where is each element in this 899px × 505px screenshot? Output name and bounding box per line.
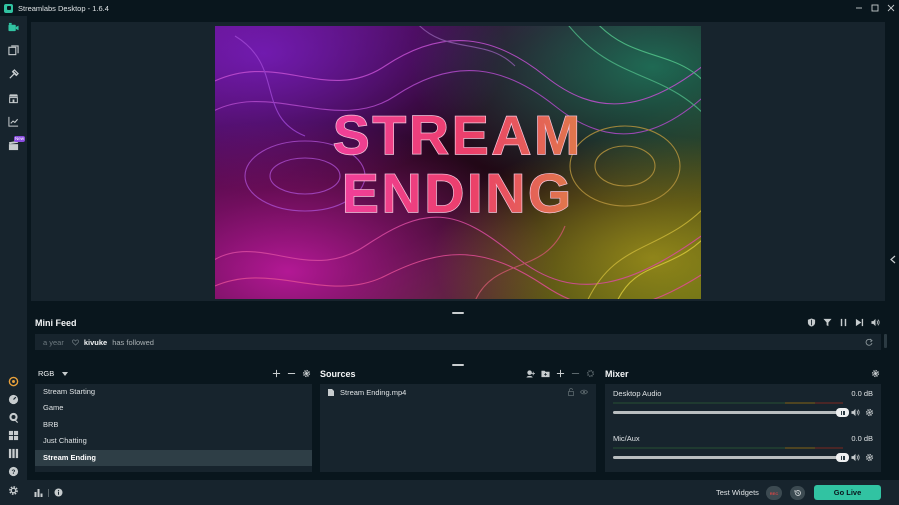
scene-item[interactable]: BRB bbox=[35, 417, 312, 433]
skip-icon[interactable] bbox=[854, 317, 865, 328]
channel-settings-icon[interactable] bbox=[865, 408, 874, 417]
go-live-button[interactable]: Go Live bbox=[814, 485, 881, 500]
editor-icon[interactable] bbox=[7, 21, 20, 34]
dashboard-link-icon[interactable] bbox=[7, 393, 20, 406]
scenes-panel: RGB Stream Starting Game BRB Just Chatti… bbox=[35, 366, 312, 473]
chevron-left-icon[interactable] bbox=[890, 255, 896, 266]
dashboard-icon[interactable] bbox=[7, 115, 20, 128]
minimize-icon[interactable] bbox=[851, 0, 867, 16]
channel-settings-icon[interactable] bbox=[865, 453, 874, 462]
side-navigation: New ? bbox=[0, 16, 27, 505]
window-title: Streamlabs Desktop - 1.6.4 bbox=[18, 3, 109, 13]
scene-settings-icon[interactable] bbox=[301, 368, 312, 379]
channel-db: 0.0 dB bbox=[851, 434, 873, 443]
mixer-panel: Mixer Desktop Audio 0.0 dB Mic/Aux 0.0 d… bbox=[605, 366, 881, 473]
file-icon bbox=[328, 388, 334, 396]
remove-source-icon[interactable] bbox=[570, 368, 581, 379]
store-icon[interactable] bbox=[7, 92, 20, 105]
volume-slider-handle[interactable] bbox=[836, 408, 849, 417]
studio-mode-icon[interactable] bbox=[7, 447, 20, 460]
mixer-title: Mixer bbox=[605, 369, 629, 379]
filter-shield-icon[interactable] bbox=[806, 317, 817, 328]
mute-icon[interactable] bbox=[851, 408, 860, 417]
close-icon[interactable] bbox=[883, 0, 899, 16]
preview-text-line1: STREAM bbox=[333, 104, 583, 166]
volume-meter bbox=[613, 402, 843, 404]
title-bar: Streamlabs Desktop - 1.6.4 bbox=[0, 0, 899, 16]
layout-icon[interactable] bbox=[7, 429, 20, 442]
channel-db: 0.0 dB bbox=[851, 389, 873, 398]
preview-area: STREAM ENDING bbox=[31, 22, 885, 301]
preview-text-line2: ENDING bbox=[342, 162, 574, 224]
lock-icon[interactable] bbox=[567, 388, 575, 396]
svg-text:?: ? bbox=[12, 469, 16, 476]
themes-icon[interactable] bbox=[7, 44, 20, 57]
source-item[interactable]: Stream Ending.mp4 bbox=[320, 384, 596, 400]
mute-icon[interactable] bbox=[851, 453, 860, 462]
stream-ending-scene-image: STREAM ENDING bbox=[215, 26, 701, 299]
scene-collection-dropdown[interactable]: RGB bbox=[38, 369, 69, 378]
footer-bar: Test Widgets REC Go Live bbox=[27, 480, 899, 505]
add-source-icon[interactable] bbox=[555, 368, 566, 379]
volume-icon[interactable] bbox=[870, 317, 881, 328]
editor-main: STREAM ENDING Mini Feed a year kivuke ha… bbox=[27, 16, 899, 505]
source-name: Stream Ending.mp4 bbox=[340, 387, 407, 397]
scene-list: Stream Starting Game BRB Just Chatting S… bbox=[35, 384, 312, 472]
volume-slider[interactable] bbox=[613, 453, 849, 462]
channel-name: Desktop Audio bbox=[613, 389, 662, 398]
record-button[interactable]: REC bbox=[766, 486, 782, 500]
source-properties-icon[interactable] bbox=[585, 368, 596, 379]
feed-event-time: a year bbox=[43, 337, 64, 347]
feed-event-user[interactable]: kivuke bbox=[84, 338, 107, 347]
remove-scene-icon[interactable] bbox=[286, 368, 297, 379]
chat-icon[interactable] bbox=[7, 411, 20, 424]
caret-down-icon bbox=[62, 371, 69, 376]
volume-meter bbox=[613, 447, 843, 449]
scene-item-active[interactable]: Stream Ending bbox=[35, 449, 312, 466]
feed-scrollbar[interactable] bbox=[884, 334, 887, 348]
mixer-settings-icon[interactable] bbox=[870, 368, 881, 379]
scene-collection-name: RGB bbox=[38, 369, 55, 378]
settings-icon[interactable] bbox=[7, 484, 20, 497]
new-badge: New bbox=[14, 136, 26, 142]
help-icon[interactable]: ? bbox=[7, 465, 20, 478]
source-list: Stream Ending.mp4 bbox=[320, 384, 596, 472]
mini-feed-title: Mini Feed bbox=[35, 318, 77, 328]
feed-event-row: a year kivuke has followed bbox=[35, 334, 887, 350]
streamlabs-logo-icon bbox=[4, 3, 13, 13]
add-folder-icon[interactable] bbox=[540, 368, 551, 379]
info-icon[interactable] bbox=[54, 488, 63, 497]
sources-panel: Sources Stream Ending.mp4 bbox=[320, 366, 596, 473]
scene-item[interactable]: Just Chatting bbox=[35, 433, 312, 449]
prime-icon[interactable] bbox=[7, 375, 20, 388]
scene-item[interactable]: Stream Starting bbox=[35, 384, 312, 400]
mixer-body: Desktop Audio 0.0 dB Mic/Aux 0.0 dB bbox=[605, 384, 881, 472]
scene-item[interactable]: Game bbox=[35, 400, 312, 416]
sources-title: Sources bbox=[320, 369, 356, 379]
feed-event-action: has followed bbox=[112, 337, 154, 347]
visibility-icon[interactable] bbox=[580, 388, 588, 396]
add-scene-icon[interactable] bbox=[271, 368, 282, 379]
volume-slider-handle[interactable] bbox=[836, 453, 849, 462]
pause-icon[interactable] bbox=[838, 317, 849, 328]
test-widgets-button[interactable]: Test Widgets bbox=[716, 488, 759, 497]
filter-icon[interactable] bbox=[822, 317, 833, 328]
footer-divider bbox=[48, 488, 49, 497]
stream-preview[interactable]: STREAM ENDING bbox=[215, 26, 701, 299]
channel-name: Mic/Aux bbox=[613, 434, 640, 443]
app-store-icon[interactable] bbox=[7, 68, 20, 81]
source-group-icon[interactable] bbox=[525, 368, 536, 379]
replay-buffer-icon[interactable] bbox=[790, 486, 805, 500]
maximize-icon[interactable] bbox=[867, 0, 883, 16]
follow-heart-icon bbox=[71, 339, 79, 346]
mini-feed: Mini Feed a year kivuke has followed bbox=[31, 313, 887, 353]
volume-slider[interactable] bbox=[613, 408, 849, 417]
repeat-alert-icon[interactable] bbox=[865, 338, 873, 346]
performance-icon[interactable] bbox=[34, 488, 43, 497]
